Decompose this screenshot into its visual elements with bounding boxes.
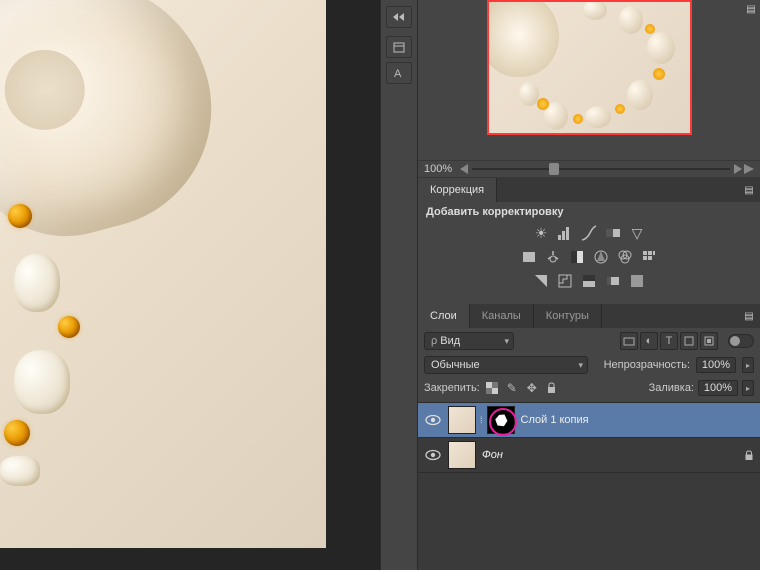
photo-filter-icon[interactable] xyxy=(592,248,610,266)
zoom-slider[interactable] xyxy=(472,162,730,176)
lock-icon xyxy=(744,450,754,461)
filter-smart-icon[interactable] xyxy=(700,332,718,350)
opacity-stepper[interactable]: ▸ xyxy=(742,357,754,373)
hue-saturation-icon[interactable] xyxy=(520,248,538,266)
navigator-preview[interactable] xyxy=(487,0,692,135)
layer-row[interactable]: ⁞ Слой 1 копия xyxy=(418,403,760,438)
black-white-icon[interactable] xyxy=(568,248,586,266)
layers-tabs: Слои Каналы Контуры ▤ xyxy=(418,304,760,328)
filter-toggle[interactable] xyxy=(728,334,754,348)
dock-expand-icon[interactable] xyxy=(386,6,412,28)
tab-adjustments[interactable]: Коррекция xyxy=(418,178,497,202)
visibility-icon[interactable] xyxy=(424,446,442,464)
invert-icon[interactable] xyxy=(532,272,550,290)
layer-mask-thumbnail[interactable] xyxy=(487,406,515,434)
adjustments-tabs: Коррекция ▤ xyxy=(418,178,760,202)
panel-menu-icon[interactable]: ▤ xyxy=(742,309,756,323)
search-icon: ρ xyxy=(431,335,437,347)
navigator-panel: ▤ xyxy=(418,0,760,160)
posterize-icon[interactable] xyxy=(556,272,574,290)
layer-thumbnail[interactable] xyxy=(448,406,476,434)
vibrance-icon[interactable]: ▽ xyxy=(628,224,646,242)
zoom-value[interactable]: 100% xyxy=(424,163,452,175)
fill-value[interactable]: 100% xyxy=(698,380,738,396)
channel-mixer-icon[interactable] xyxy=(616,248,634,266)
filter-shape-icon[interactable] xyxy=(680,332,698,350)
lock-all-icon[interactable] xyxy=(544,380,560,396)
color-lookup-icon[interactable] xyxy=(640,248,658,266)
lock-transparency-icon[interactable] xyxy=(484,380,500,396)
blend-mode-dropdown[interactable]: Обычные xyxy=(424,356,588,374)
gradient-map-icon[interactable] xyxy=(604,272,622,290)
canvas-image xyxy=(0,0,326,548)
lock-row: Закрепить: ✎ ✥ Заливка: 100% ▸ xyxy=(418,378,760,402)
lock-pixels-icon[interactable]: ✎ xyxy=(504,380,520,396)
levels-icon[interactable] xyxy=(556,224,574,242)
lock-position-icon[interactable]: ✥ xyxy=(524,380,540,396)
tab-channels[interactable]: Каналы xyxy=(470,304,534,328)
zoom-in-icon[interactable] xyxy=(734,164,742,174)
adjustments-panel: Добавить корректировку ☀ ▽ xyxy=(418,202,760,304)
visibility-icon[interactable] xyxy=(424,411,442,429)
layer-name[interactable]: Фон xyxy=(482,449,503,461)
layer-list: ⁞ Слой 1 копия Фон xyxy=(418,402,760,570)
panel-menu-icon[interactable]: ▤ xyxy=(742,183,756,197)
mask-link-icon[interactable]: ⁞ xyxy=(480,415,483,425)
opacity-value[interactable]: 100% xyxy=(696,357,736,373)
tab-layers[interactable]: Слои xyxy=(418,304,470,328)
layer-thumbnail[interactable] xyxy=(448,441,476,469)
zoom-out-icon[interactable] xyxy=(460,164,468,174)
navigator-zoom-bar: 100% xyxy=(418,160,760,178)
exposure-icon[interactable] xyxy=(604,224,622,242)
history-panel-icon[interactable] xyxy=(386,36,412,58)
lock-label: Закрепить: xyxy=(424,382,480,394)
opacity-label: Непрозрачность: xyxy=(604,359,690,371)
character-panel-icon[interactable]: A xyxy=(386,62,412,84)
layer-name[interactable]: Слой 1 копия xyxy=(521,414,589,426)
blend-mode-row: Обычные Непрозрачность: 100% ▸ xyxy=(418,354,760,378)
layer-row[interactable]: Фон xyxy=(418,438,760,473)
brightness-contrast-icon[interactable]: ☀ xyxy=(532,224,550,242)
fill-label: Заливка: xyxy=(649,382,694,394)
threshold-icon[interactable] xyxy=(580,272,598,290)
color-balance-icon[interactable] xyxy=(544,248,562,266)
tab-paths[interactable]: Контуры xyxy=(534,304,602,328)
curves-icon[interactable] xyxy=(580,224,598,242)
selective-color-icon[interactable] xyxy=(628,272,646,290)
panel-menu-icon[interactable]: ▤ xyxy=(744,2,758,16)
zoom-in-icon-large[interactable] xyxy=(744,164,754,174)
filter-pixel-icon[interactable] xyxy=(620,332,638,350)
adjustments-title: Добавить корректировку xyxy=(426,206,752,218)
filter-kind-dropdown[interactable]: ρ Вид xyxy=(424,332,514,350)
filter-adjustment-icon[interactable]: ◐ xyxy=(640,332,658,350)
document-canvas[interactable] xyxy=(0,0,380,570)
fill-stepper[interactable]: ▸ xyxy=(742,380,754,396)
filter-type-icon[interactable]: T xyxy=(660,332,678,350)
layer-filter-row: ρ Вид ◐ T xyxy=(418,328,760,354)
svg-text:A: A xyxy=(394,68,402,80)
collapsed-panel-dock: A xyxy=(380,0,418,570)
